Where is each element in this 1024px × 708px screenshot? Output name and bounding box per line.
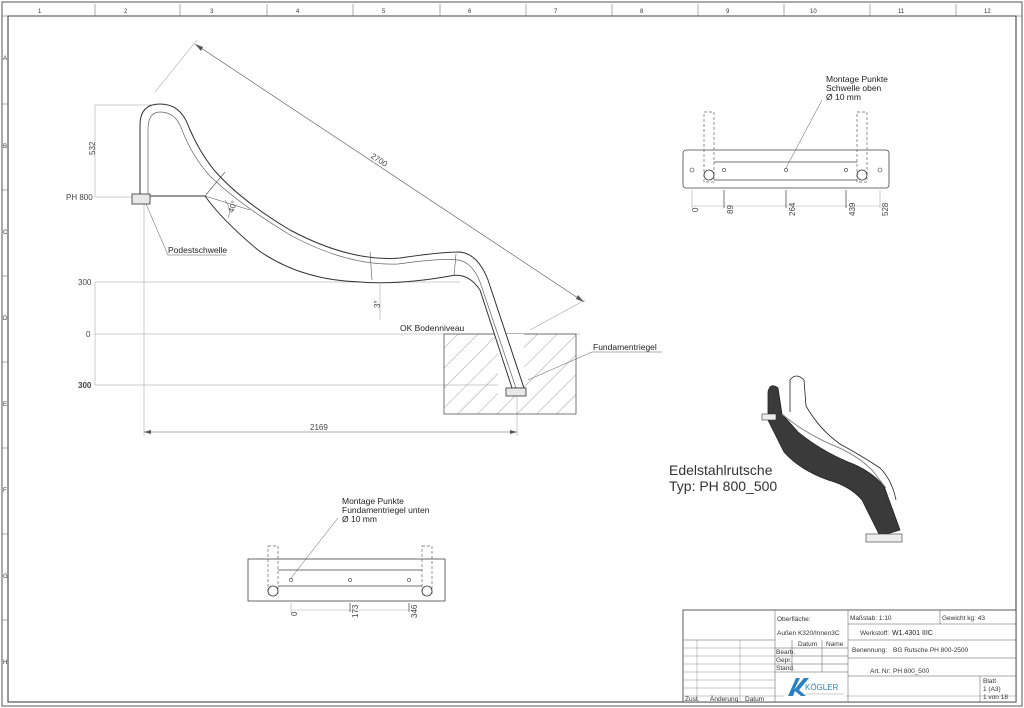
upper-dim-439: 439 — [848, 202, 857, 216]
col-label-3: 3 — [210, 9, 214, 15]
tb-name: Name — [826, 641, 844, 648]
column-ruler: 1 2 3 4 5 6 7 8 9 10 11 12 — [38, 4, 991, 16]
tb-gewicht: Gewicht kg: 43 — [942, 615, 985, 622]
col-label-4: 4 — [296, 9, 300, 15]
col-label-8: 8 — [640, 9, 644, 15]
col-label-10: 10 — [810, 9, 817, 15]
tb-gepr: Gepr. — [776, 657, 792, 664]
upper-dim-264: 264 — [788, 202, 797, 216]
tb-blatt: Blatt — [983, 678, 996, 685]
lower-note-line3: Ø 10 mm — [342, 514, 377, 524]
col-label-9: 9 — [726, 9, 730, 15]
lower-dim-0: 0 — [290, 611, 299, 616]
row-label-h: H — [3, 660, 7, 666]
tb-zust: Zust. — [685, 696, 700, 703]
col-label-12: 12 — [984, 9, 991, 15]
level-ph800: PH 800 — [66, 193, 93, 202]
tb-oberflaeche-label: Oberfläche: — [777, 616, 811, 623]
col-label-11: 11 — [898, 9, 905, 15]
koegler-logo: KÖGLER — [784, 676, 846, 700]
tb-blatt-von: 1 von 18 — [983, 694, 1008, 701]
col-label-6: 6 — [468, 9, 472, 15]
dim-532: 532 — [88, 141, 97, 155]
upper-dim-0: 0 — [691, 207, 700, 212]
dim-2169: 2169 — [310, 423, 328, 432]
angle-3-label: 3° — [373, 300, 382, 308]
logo-text: KÖGLER — [805, 683, 839, 692]
row-label-c: C — [3, 230, 8, 236]
upper-dim-89: 89 — [726, 205, 735, 214]
label-ok-bodenniveau: OK Bodenniveau — [400, 323, 465, 333]
tb-benennung-value: BG Rutsche PH 800-2500 — [893, 647, 969, 654]
top-view-lower: Montage Punkte Fundamentriegel unten Ø 1… — [247, 496, 446, 618]
tb-stand: Stand. — [776, 665, 795, 672]
tb-massstab: Maßstab: 1:10 — [850, 615, 892, 622]
tb-aenderung: Änderung — [710, 695, 739, 703]
lower-dim-173: 173 — [351, 604, 360, 618]
title-block: Oberfläche: Außen K320/Innen3C Maßstab: … — [682, 609, 1017, 703]
side-view: 40° 3° 2700 532 PH 800 300 0 300 2169 Po… — [66, 39, 662, 436]
top-view-upper: Montage Punkte Schwelle oben Ø 10 mm 0 8… — [682, 74, 890, 216]
col-label-2: 2 — [124, 9, 128, 15]
level-300: 300 — [78, 278, 92, 287]
upper-dim-528: 528 — [881, 202, 890, 216]
tb-artnr-label: Art. Nr: — [870, 668, 891, 675]
row-label-a: A — [3, 56, 7, 62]
col-label-7: 7 — [554, 9, 558, 15]
upper-note-line3: Ø 10 mm — [826, 92, 861, 102]
col-label-1: 1 — [38, 9, 42, 15]
row-label-d: D — [3, 316, 8, 322]
tb-bearb: Bearb. — [776, 649, 795, 656]
tb-werkstoff-label: Werkstoff: — [860, 630, 889, 637]
row-label-b: B — [3, 144, 7, 150]
label-podestschwelle: Podestschwelle — [168, 245, 227, 255]
tb-artnr-value: PH 800_500 — [893, 668, 930, 675]
tb-blatt-a3: 1 (A3) — [983, 686, 1001, 693]
isometric-view: Edelstahlrutsche Typ: PH 800_500 — [669, 375, 903, 543]
row-ruler: A B C D E F G H — [2, 56, 8, 666]
row-label-f: F — [3, 488, 7, 494]
tb-benennung-label: Benennung: — [852, 647, 887, 654]
label-fundamentriegel: Fundamentriegel — [593, 342, 657, 352]
tb-datum: Datum — [798, 641, 817, 648]
row-label-e: E — [3, 402, 7, 408]
level-300-below: 300 — [78, 381, 92, 390]
lower-dim-346: 346 — [410, 604, 419, 618]
level-0: 0 — [86, 330, 91, 339]
tb-werkstoff-value: W1.4301 IIIC — [892, 630, 933, 637]
col-label-5: 5 — [382, 9, 386, 15]
row-label-g: G — [3, 574, 8, 580]
iso-title-line2: Typ: PH 800_500 — [669, 478, 777, 494]
tb-datum2: Datum — [745, 696, 764, 703]
tb-oberflaeche-value: Außen K320/Innen3C — [777, 630, 840, 637]
iso-title-line1: Edelstahlrutsche — [669, 462, 773, 478]
technical-drawing-sheet: 1 2 3 4 5 6 7 8 9 10 11 12 A B C D E F G… — [1, 1, 1023, 707]
